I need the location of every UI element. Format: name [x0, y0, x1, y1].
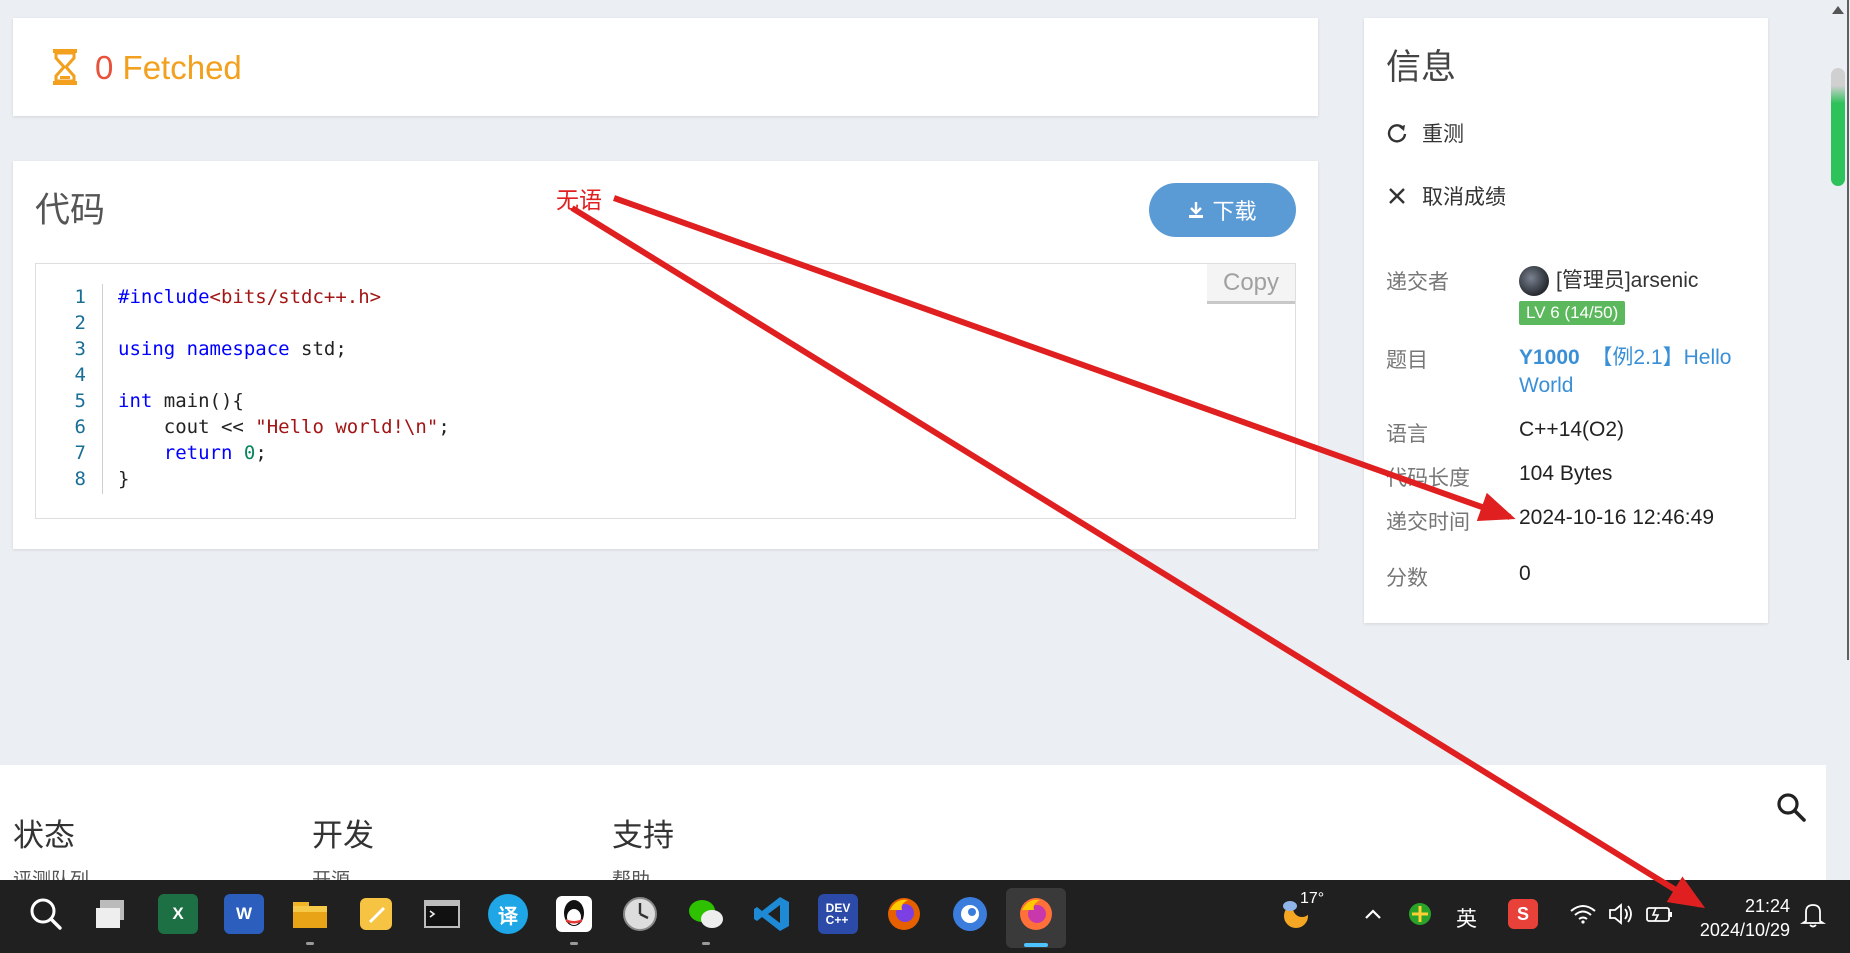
- download-icon: [1189, 202, 1204, 218]
- footer-support-title: 支持: [612, 818, 674, 853]
- code-line-text: int main(){: [118, 390, 244, 412]
- info-card: 信息 重测 取消成绩 递交者 [管理员]arsenic LV 6 (14/50)…: [1364, 18, 1768, 623]
- running-indicator: [702, 942, 710, 945]
- qq-icon[interactable]: [554, 894, 594, 934]
- code-line: 6 cout << "Hello world!\n";: [36, 414, 1295, 440]
- line-number: 4: [74, 364, 86, 386]
- submit-time-label: 递交时间: [1386, 511, 1470, 534]
- footer-dev-title: 开发: [312, 818, 374, 853]
- page-scrollbar[interactable]: [1826, 0, 1850, 880]
- clock-app-icon[interactable]: [620, 894, 660, 934]
- notification-bell-icon[interactable]: [1798, 894, 1828, 934]
- footer: 状态 评测队列 开发 开源 支持 帮助: [0, 765, 1826, 891]
- excel-icon[interactable]: X: [158, 894, 198, 934]
- line-number: 6: [74, 416, 86, 438]
- code-line-text: using namespace std;: [118, 338, 347, 360]
- problem-link[interactable]: Y1000 【例2.1】Hello World: [1519, 344, 1749, 400]
- annotation-label: 无语: [556, 187, 602, 213]
- submit-time-value: 2024-10-16 12:46:49: [1519, 506, 1714, 529]
- chevron-up-icon[interactable]: [1360, 894, 1386, 934]
- line-number: 7: [74, 442, 86, 464]
- code-line: 8}: [36, 466, 1295, 492]
- footer-status-title: 状态: [13, 818, 75, 853]
- fetched-status: 0 Fetched: [95, 48, 242, 88]
- scrollbar-track: [1847, 0, 1849, 660]
- taskbar-search-icon[interactable]: [26, 894, 66, 934]
- wechat-icon[interactable]: [686, 894, 726, 934]
- code-title: 代码: [35, 191, 106, 230]
- score-value: 0: [1519, 562, 1531, 585]
- task-view-icon[interactable]: [92, 894, 132, 934]
- code-lines: 1 #include<bits/stdc++.h> 2 3 using namesp…: [36, 284, 1295, 492]
- running-indicator: [306, 942, 314, 945]
- scroll-up-arrow-icon[interactable]: [1832, 6, 1844, 14]
- code-length-label: 代码长度: [1386, 467, 1470, 490]
- code-length-value: 104 Bytes: [1519, 462, 1613, 485]
- fetched-card: 0 Fetched: [13, 18, 1318, 116]
- hourglass-icon: [53, 49, 77, 85]
- refresh-icon: [1387, 124, 1407, 143]
- line-number: 3: [74, 338, 86, 360]
- rejudge-label: 重测: [1422, 123, 1464, 146]
- fetched-label: Fetched: [122, 49, 242, 86]
- line-number: 1: [74, 286, 86, 308]
- submitter-label: 递交者: [1386, 271, 1449, 294]
- code-card: 代码 下载 Copy 1 #include<bits/stdc++.h> 2 3u…: [13, 161, 1318, 549]
- language-label: 语言: [1386, 423, 1428, 446]
- code-line: 4: [36, 362, 1295, 388]
- translator-icon[interactable]: 译: [488, 894, 528, 934]
- level-badge: LV 6 (14/50): [1519, 301, 1626, 325]
- clock-date[interactable]: 2024/10/29: [1680, 920, 1790, 941]
- word-icon[interactable]: W: [224, 894, 264, 934]
- weather-temp: 17°: [1300, 890, 1325, 907]
- vscode-icon[interactable]: [752, 894, 792, 934]
- wifi-icon[interactable]: [1568, 894, 1598, 934]
- submitter-name[interactable]: [管理员]arsenic: [1556, 266, 1698, 296]
- line-number: 2: [74, 312, 86, 334]
- firefox-icon[interactable]: [884, 894, 924, 934]
- cancel-score-button[interactable]: 取消成绩: [1386, 181, 1506, 211]
- scrollbar-thumb[interactable]: [1831, 68, 1845, 186]
- line-number: 5: [74, 390, 86, 412]
- browser-icon[interactable]: [950, 894, 990, 934]
- battery-icon[interactable]: [1644, 894, 1674, 934]
- rejudge-button[interactable]: 重测: [1386, 118, 1464, 148]
- fetched-count: 0: [95, 49, 114, 86]
- running-indicator: [570, 942, 578, 945]
- language-value: C++14(O2): [1519, 418, 1625, 441]
- clock-time[interactable]: 21:24: [1700, 896, 1790, 917]
- info-title: 信息: [1386, 48, 1457, 87]
- close-icon: [1389, 188, 1405, 204]
- code-line: 7 return 0;: [36, 440, 1295, 466]
- terminal-icon[interactable]: [422, 894, 462, 934]
- code-line: 1 #include<bits/stdc++.h>: [36, 284, 1295, 310]
- sticky-notes-icon[interactable]: [356, 894, 396, 934]
- code-line-text: return 0;: [163, 442, 267, 464]
- code-block[interactable]: Copy 1 #include<bits/stdc++.h> 2 3 using n…: [35, 263, 1296, 519]
- file-explorer-icon[interactable]: [290, 894, 330, 934]
- download-button[interactable]: 下载: [1149, 183, 1296, 237]
- dev-cpp-icon[interactable]: DEV C++: [818, 894, 858, 934]
- search-icon[interactable]: [1775, 791, 1807, 823]
- problem-id: Y1000: [1519, 346, 1580, 369]
- cancel-score-label: 取消成绩: [1422, 186, 1506, 209]
- code-line: 2: [36, 310, 1295, 336]
- code-line-text: cout << "Hello world!\n";: [118, 416, 450, 438]
- code-line: 5 int main(){: [36, 388, 1295, 414]
- code-line-text: }: [118, 468, 130, 490]
- tray-app-icon[interactable]: [1404, 894, 1436, 934]
- code-line-text: #include<bits/stdc++.h>: [118, 286, 382, 308]
- taskbar: X W 译 DEV C++ 17° 英 S 21:24 2024/10/29: [0, 880, 1850, 953]
- volume-icon[interactable]: [1606, 894, 1636, 934]
- line-number: 8: [74, 468, 86, 490]
- avatar[interactable]: [1519, 266, 1549, 296]
- ime-indicator[interactable]: 英: [1456, 903, 1477, 933]
- taskbar-active-indicator: [1024, 943, 1048, 947]
- firefox-active-icon[interactable]: [1016, 894, 1056, 934]
- code-line: 3 using namespace std;: [36, 336, 1295, 362]
- sogou-ime-icon[interactable]: S: [1508, 899, 1538, 929]
- problem-label: 题目: [1386, 349, 1428, 372]
- score-label: 分数: [1386, 567, 1428, 590]
- download-label: 下载: [1212, 199, 1257, 224]
